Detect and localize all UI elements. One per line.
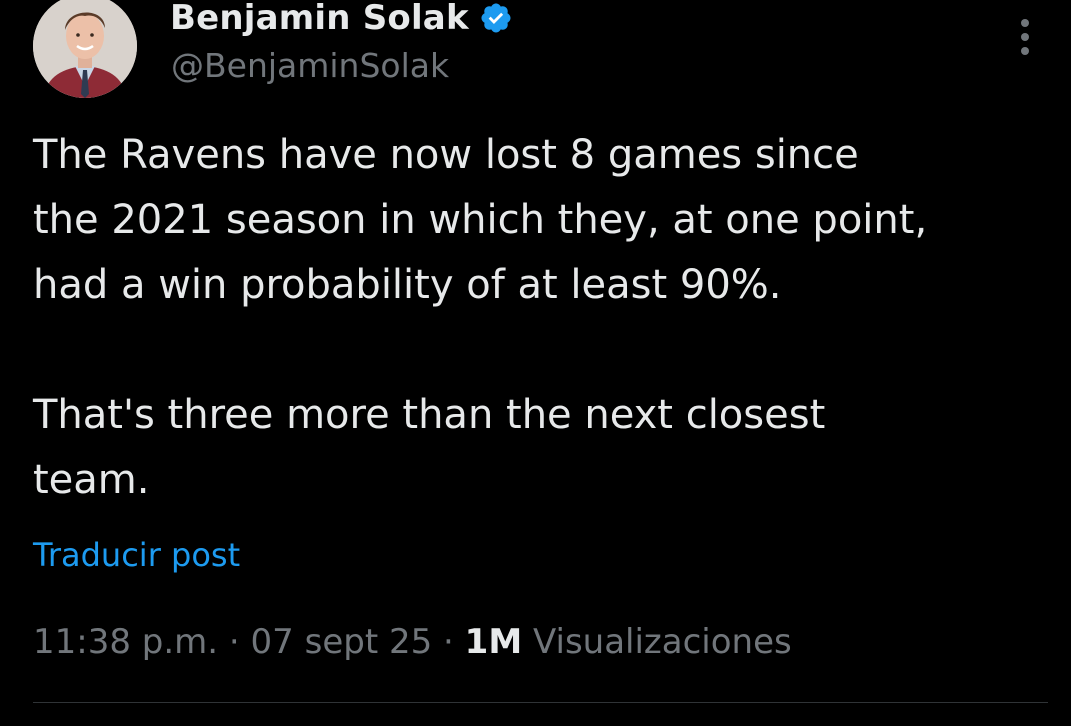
verified-badge-icon — [481, 3, 511, 33]
tweet-text: The Ravens have now lost 8 games since t… — [33, 123, 1053, 513]
author-handle[interactable]: @BenjaminSolak — [171, 46, 449, 85]
tweet-text-line: team. — [33, 457, 150, 503]
avatar-image — [33, 0, 137, 98]
avatar[interactable] — [33, 0, 137, 98]
views-label: Visualizaciones — [522, 622, 792, 662]
tweet-text-line: The Ravens have now lost 8 games since — [33, 132, 859, 178]
meta-separator: · — [432, 622, 465, 662]
author-name-row[interactable]: Benjamin Solak — [170, 0, 513, 40]
more-options-button[interactable] — [1005, 14, 1045, 60]
translate-post-link[interactable]: Traducir post — [33, 536, 240, 574]
views-count: 1M — [464, 622, 523, 662]
tweet-text-line: had a win probability of at least 90%. — [33, 262, 782, 308]
divider — [33, 702, 1048, 703]
meta-separator: · — [218, 622, 251, 662]
more-vertical-icon — [1021, 19, 1029, 55]
tweet-text-line: That's three more than the next closest — [33, 392, 826, 438]
tweet-text-line: the 2021 season in which they, at one po… — [33, 197, 928, 243]
tweet-meta: 11:38 p.m. · 07 sept 25 · 1M Visualizaci… — [33, 622, 792, 662]
tweet-time[interactable]: 11:38 p.m. — [33, 622, 218, 662]
author-display-name[interactable]: Benjamin Solak — [170, 0, 469, 38]
tweet-date[interactable]: 07 sept 25 — [251, 622, 433, 662]
